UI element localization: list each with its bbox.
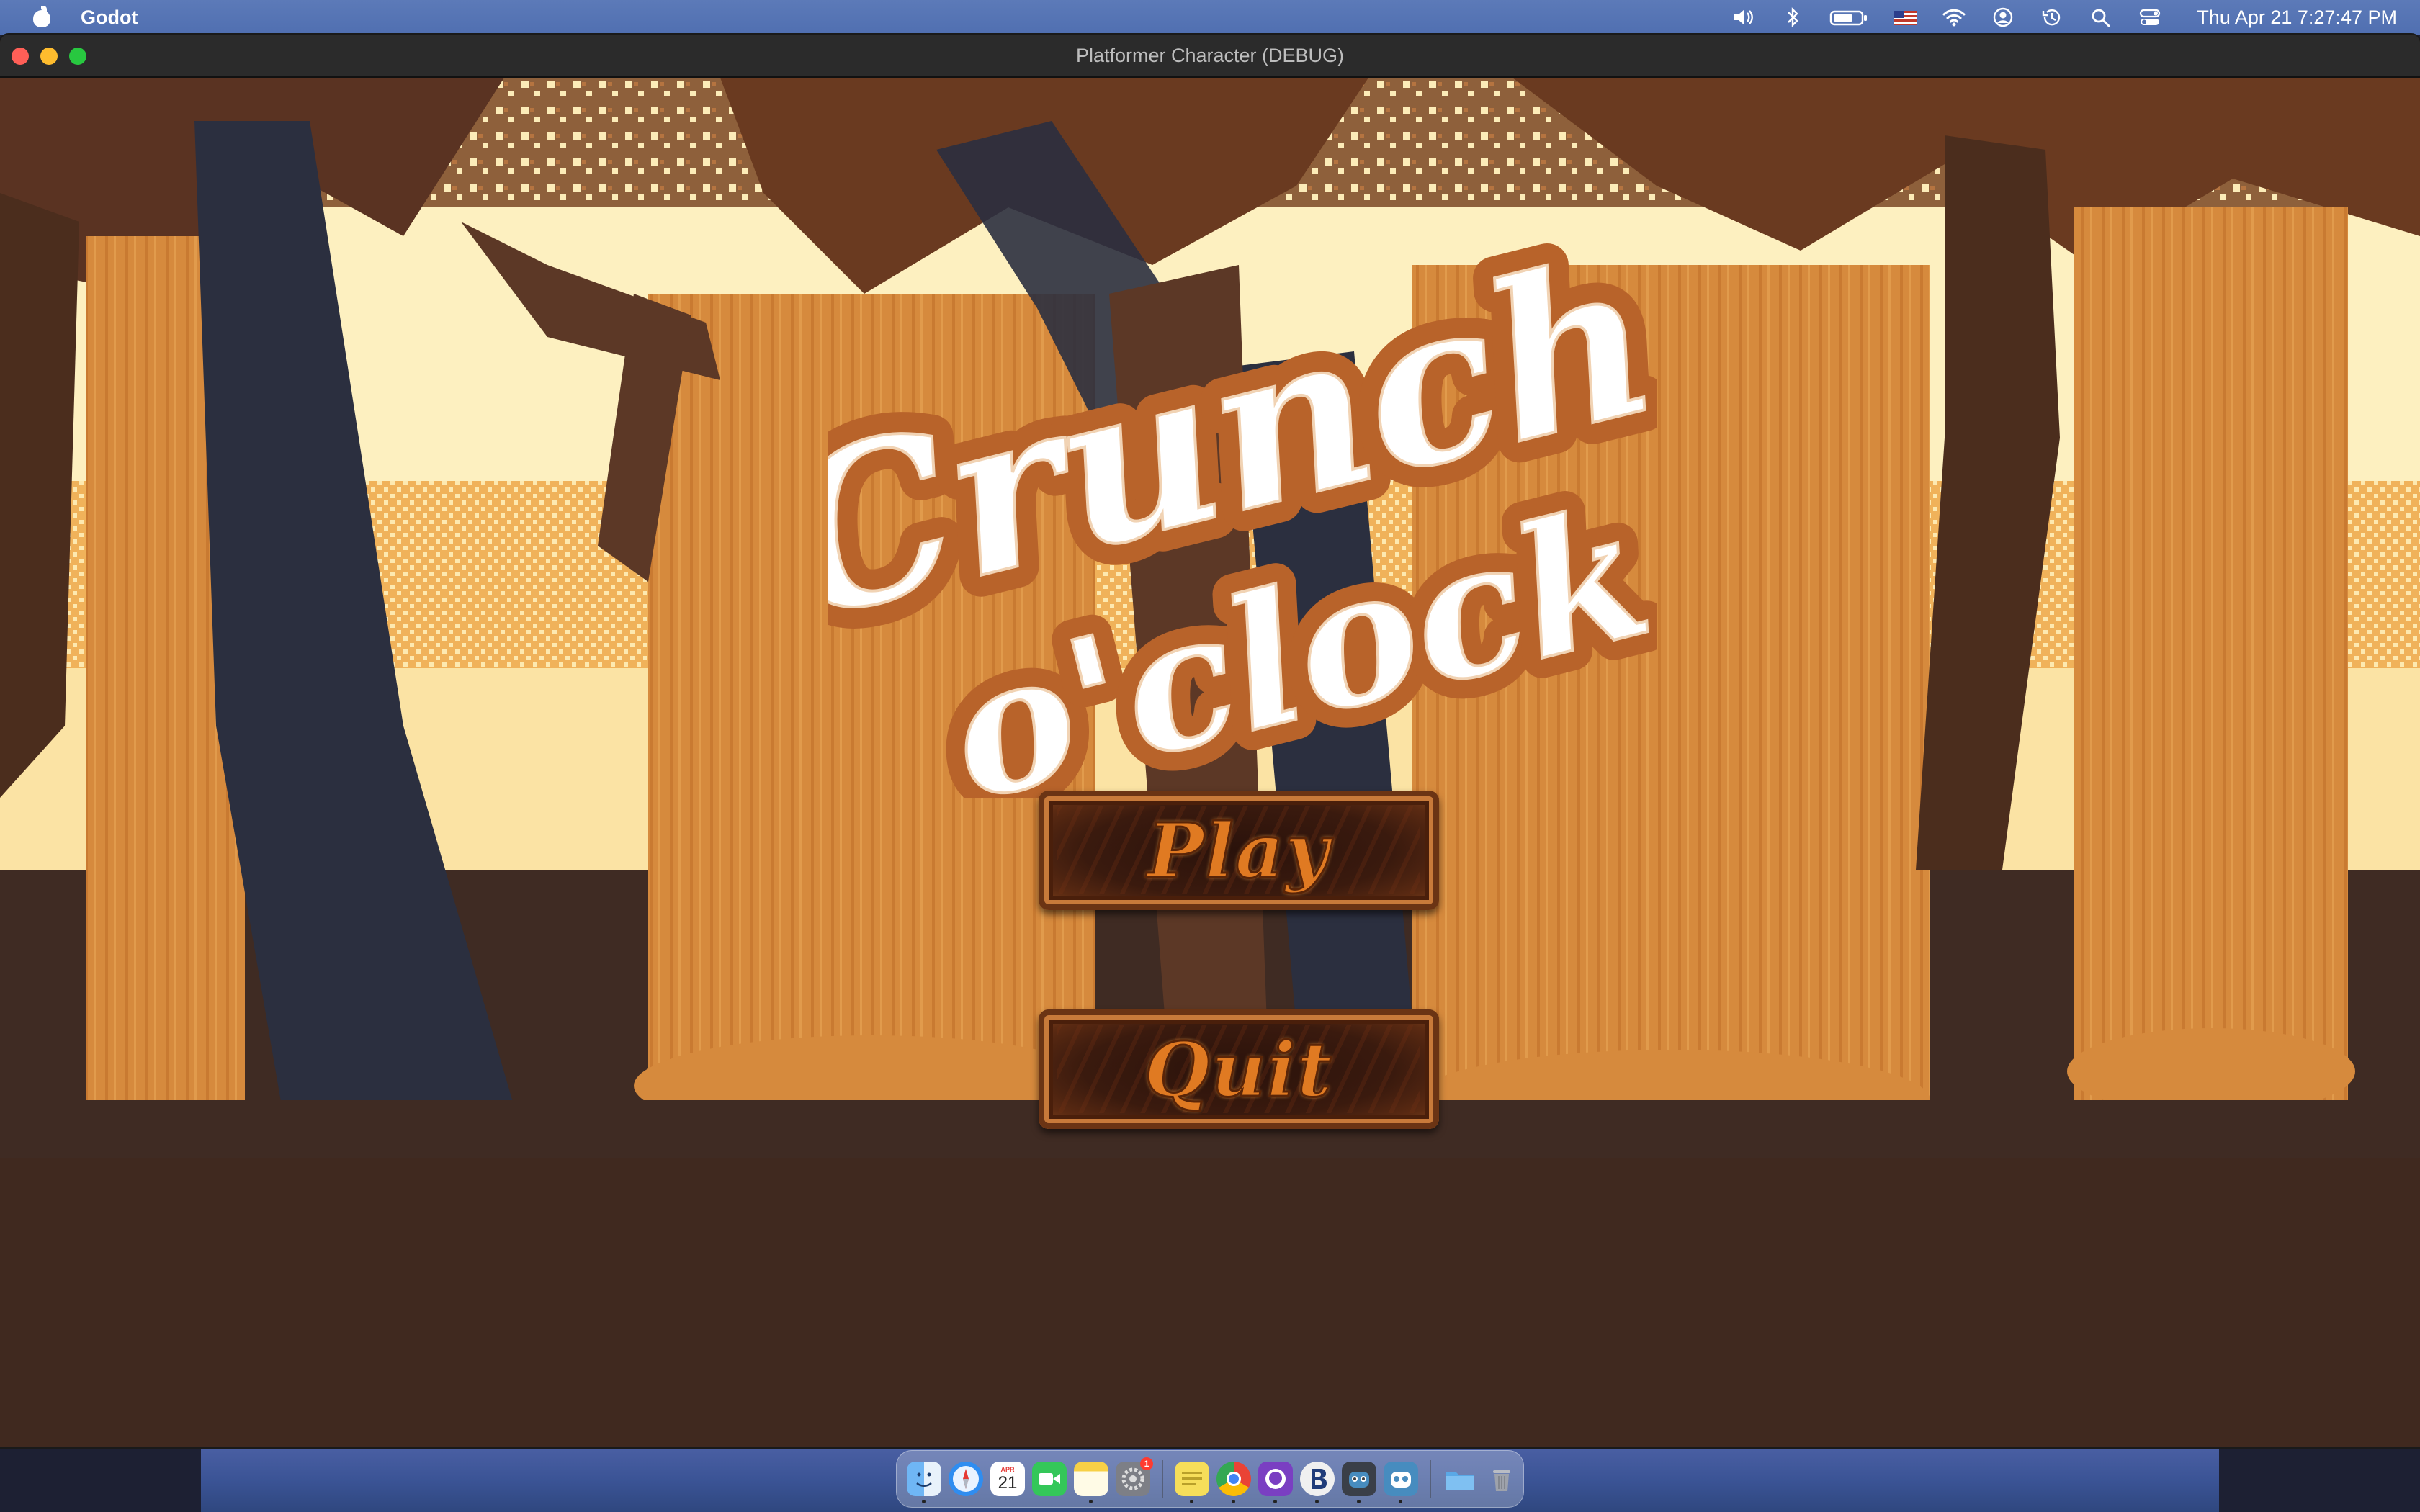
play-button[interactable]: Play [1039,791,1439,910]
bluetooth-icon[interactable] [1780,6,1805,28]
menu-bar: Godot Thu Apr 21 7:27:47 PM [0,0,2420,35]
game-window: Platformer Character (DEBUG) Crunch Crun… [0,35,2420,1447]
traffic-lights [12,48,86,65]
game-viewport[interactable]: Crunch Crunch o'clock o'clock Play Quit [0,78,2420,1447]
calendar-icon[interactable]: APR 21 [990,1462,1025,1496]
dock: APR 21 1 [896,1450,1524,1508]
game-title-logo: Crunch Crunch o'clock o'clock [828,207,1657,798]
godot-icon-2[interactable] [1384,1462,1418,1503]
volume-icon[interactable] [1731,6,1756,28]
app-menu-name[interactable]: Godot [81,6,138,29]
system-preferences-icon[interactable]: 1 [1116,1457,1153,1496]
calendar-day: 21 [998,1473,1018,1493]
quit-button-label: Quit [1144,1024,1333,1115]
dock-separator [1162,1460,1163,1498]
status-area: Thu Apr 21 7:27:47 PM [1731,0,2397,35]
notification-badge: 1 [1140,1457,1153,1470]
stickies-icon[interactable] [1175,1462,1209,1503]
control-center-icon[interactable] [2138,6,2162,28]
zoom-window-button[interactable] [69,48,86,65]
notes-icon[interactable] [1074,1462,1108,1503]
finder-icon[interactable] [907,1462,941,1503]
menubar-clock[interactable]: Thu Apr 21 7:27:47 PM [2197,6,2397,29]
spotlight-icon[interactable] [2089,6,2113,28]
safari-icon[interactable] [949,1462,983,1496]
minimize-window-button[interactable] [40,48,58,65]
us-flag-icon[interactable] [1893,6,1917,28]
battery-icon[interactable] [1829,6,1868,28]
facetime-icon[interactable] [1032,1462,1067,1496]
github-desktop-icon[interactable] [1258,1462,1293,1503]
godot-icon[interactable] [1342,1462,1376,1503]
dock-separator-2 [1430,1460,1431,1498]
time-machine-icon[interactable] [2040,6,2064,28]
window-title: Platformer Character (DEBUG) [1075,44,1345,66]
quit-button[interactable]: Quit [1039,1009,1439,1129]
user-icon[interactable] [1991,6,2015,28]
chrome-icon[interactable] [1216,1462,1251,1503]
bbedit-icon[interactable] [1300,1462,1335,1503]
close-window-button[interactable] [12,48,29,65]
downloads-folder-icon[interactable] [1443,1462,1477,1496]
apple-menu-icon[interactable] [30,6,53,29]
trash-icon[interactable] [1484,1462,1519,1496]
wifi-icon[interactable] [1942,6,1966,28]
window-titlebar[interactable]: Platformer Character (DEBUG) [0,35,2420,78]
play-button-label: Play [1147,805,1330,896]
